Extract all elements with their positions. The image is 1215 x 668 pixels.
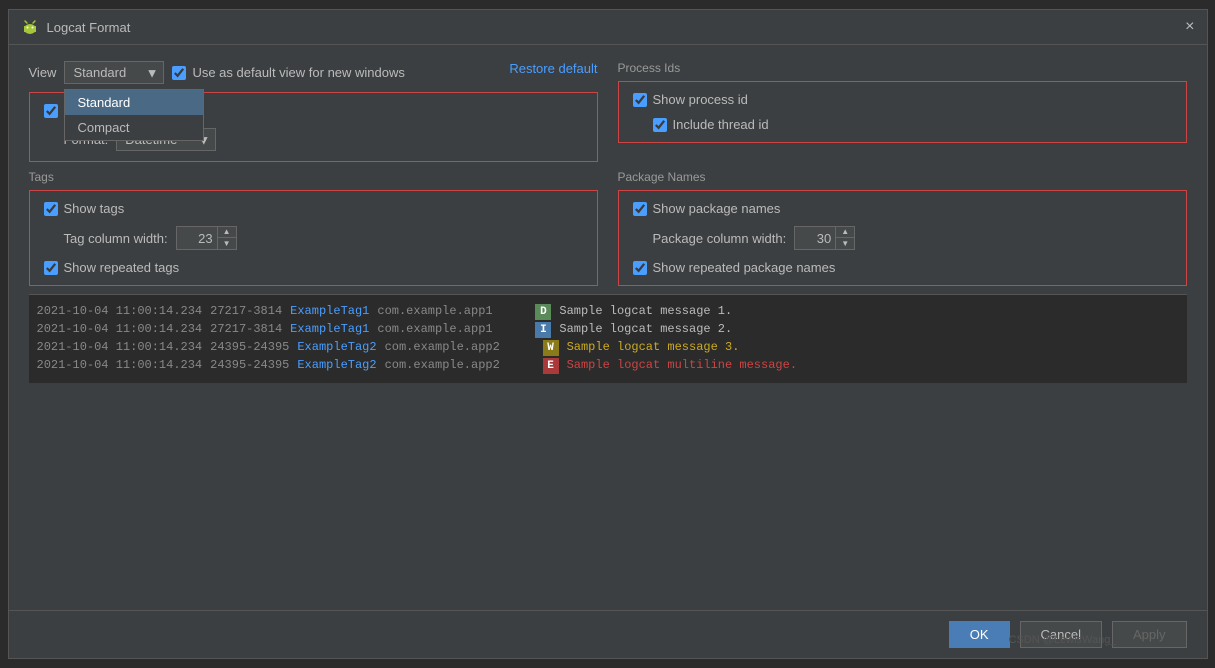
tags-box: Show tags Tag column width: ▲ ▼	[29, 190, 598, 286]
log-pid-2: 24395-24395	[210, 340, 289, 354]
package-column-width-label: Package column width:	[653, 231, 787, 246]
log-timestamp-1: 2021-10-04 11:00:14.234	[37, 322, 203, 336]
view-label: View	[29, 65, 57, 80]
log-level-badge-3: E	[543, 358, 559, 374]
log-pid-1: 27217-3814	[210, 322, 282, 336]
dropdown-item-compact[interactable]: Compact	[65, 115, 203, 140]
dropdown-item-standard[interactable]: Standard	[65, 90, 203, 115]
log-message-2: Sample logcat message 3.	[567, 340, 1179, 354]
tag-column-width-label: Tag column width:	[64, 231, 168, 246]
android-icon	[21, 18, 39, 36]
show-process-id-label: Show process id	[653, 92, 748, 107]
tag-width-increment-button[interactable]: ▲	[218, 227, 236, 238]
log-level-badge-2: W	[543, 340, 559, 356]
package-width-spinner: ▲ ▼	[794, 226, 855, 250]
log-timestamp-0: 2021-10-04 11:00:14.234	[37, 304, 203, 318]
log-message-3: Sample logcat multiline message.	[567, 358, 1179, 372]
package-names-section-label: Package Names	[618, 170, 1187, 184]
log-level-badge-0: D	[535, 304, 551, 320]
show-timestamp-checkbox[interactable]	[44, 104, 58, 118]
include-thread-id-checkbox[interactable]	[653, 118, 667, 132]
include-thread-id-wrapper[interactable]: Include thread id	[633, 117, 1172, 132]
show-repeated-package-wrapper[interactable]: Show repeated package names	[633, 260, 1172, 275]
show-repeated-tags-checkbox[interactable]	[44, 261, 58, 275]
show-tags-wrapper[interactable]: Show tags	[44, 201, 583, 216]
tag-width-input[interactable]	[177, 229, 217, 248]
package-column-width-row: Package column width: ▲ ▼	[633, 226, 1172, 250]
package-width-spinner-buttons: ▲ ▼	[835, 227, 854, 249]
log-package-1: com.example.app1	[377, 322, 527, 336]
package-width-increment-button[interactable]: ▲	[836, 227, 854, 238]
process-ids-box: Show process id Include thread id	[618, 81, 1187, 143]
include-thread-id-label: Include thread id	[673, 117, 769, 132]
log-package-3: com.example.app2	[385, 358, 535, 372]
show-repeated-package-label: Show repeated package names	[653, 260, 836, 275]
show-package-names-wrapper[interactable]: Show package names	[633, 201, 1172, 216]
package-width-input[interactable]	[795, 229, 835, 248]
restore-default-link[interactable]: Restore default	[509, 61, 597, 76]
log-pid-3: 24395-24395	[210, 358, 289, 372]
use-default-checkbox-wrapper[interactable]: Use as default view for new windows	[172, 65, 404, 80]
tag-width-decrement-button[interactable]: ▼	[218, 238, 236, 249]
log-timestamp-3: 2021-10-04 11:00:14.234	[37, 358, 203, 372]
package-names-box: Show package names Package column width:…	[618, 190, 1187, 286]
show-package-names-label: Show package names	[653, 201, 781, 216]
tags-panel: Tags Show tags Tag column width: ▲ ▼	[29, 170, 598, 286]
log-preview-area: 2021-10-04 11:00:14.234 27217-3814 Examp…	[29, 294, 1187, 383]
package-names-panel: Package Names Show package names Package…	[618, 170, 1187, 286]
top-section: View Standard Compact ▼ Standard Compact	[29, 61, 1187, 162]
view-select[interactable]: Standard Compact	[64, 61, 164, 84]
use-default-label: Use as default view for new windows	[192, 65, 404, 80]
title-bar: Logcat Format ×	[9, 10, 1207, 45]
watermark: CSDN @LewisWang_	[1009, 634, 1117, 646]
top-left-panel: View Standard Compact ▼ Standard Compact	[29, 61, 598, 162]
dialog-body: View Standard Compact ▼ Standard Compact	[9, 45, 1207, 610]
dialog-title: Logcat Format	[47, 20, 131, 35]
show-tags-label: Show tags	[64, 201, 125, 216]
close-button[interactable]: ×	[1185, 19, 1194, 35]
ok-button[interactable]: OK	[949, 621, 1010, 648]
show-repeated-tags-wrapper[interactable]: Show repeated tags	[44, 260, 583, 275]
logcat-format-dialog: Logcat Format × View Standard Compact ▼	[8, 9, 1208, 659]
dialog-footer: OK Cancel Apply CSDN @LewisWang_	[9, 610, 1207, 658]
log-tag-1: ExampleTag1	[290, 322, 369, 336]
log-row: 2021-10-04 11:00:14.234 24395-24395 Exam…	[29, 357, 1187, 375]
show-repeated-tags-label: Show repeated tags	[64, 260, 180, 275]
view-select-wrapper: Standard Compact ▼ Standard Compact	[64, 61, 164, 84]
log-row: 2021-10-04 11:00:14.234 27217-3814 Examp…	[29, 303, 1187, 321]
show-tags-checkbox[interactable]	[44, 202, 58, 216]
log-message-1: Sample logcat message 2.	[559, 322, 1178, 336]
log-row: 2021-10-04 11:00:14.234 24395-24395 Exam…	[29, 339, 1187, 357]
log-timestamp-2: 2021-10-04 11:00:14.234	[37, 340, 203, 354]
log-package-0: com.example.app1	[377, 304, 527, 318]
log-tag-0: ExampleTag1	[290, 304, 369, 318]
show-repeated-package-checkbox[interactable]	[633, 261, 647, 275]
use-default-checkbox[interactable]	[172, 66, 186, 80]
show-process-id-checkbox[interactable]	[633, 93, 647, 107]
log-pid-0: 27217-3814	[210, 304, 282, 318]
log-level-badge-1: I	[535, 322, 551, 338]
bottom-sections: Tags Show tags Tag column width: ▲ ▼	[29, 170, 1187, 286]
show-package-names-checkbox[interactable]	[633, 202, 647, 216]
package-width-decrement-button[interactable]: ▼	[836, 238, 854, 249]
show-process-id-wrapper[interactable]: Show process id	[633, 92, 1172, 107]
tag-column-width-row: Tag column width: ▲ ▼	[44, 226, 583, 250]
log-tag-3: ExampleTag2	[297, 358, 376, 372]
log-message-0: Sample logcat message 1.	[559, 304, 1178, 318]
top-right-panel: Process Ids Show process id Include thre…	[618, 61, 1187, 162]
tag-width-spinner: ▲ ▼	[176, 226, 237, 250]
tag-width-spinner-buttons: ▲ ▼	[217, 227, 236, 249]
apply-button[interactable]: Apply	[1112, 621, 1187, 648]
log-package-2: com.example.app2	[385, 340, 535, 354]
view-row: View Standard Compact ▼ Standard Compact	[29, 61, 598, 84]
process-ids-section: Show process id Include thread id	[618, 81, 1187, 143]
log-row: 2021-10-04 11:00:14.234 27217-3814 Examp…	[29, 321, 1187, 339]
tags-section-label: Tags	[29, 170, 598, 184]
process-ids-section-label: Process Ids	[618, 61, 1187, 75]
view-dropdown-menu: Standard Compact	[64, 89, 204, 141]
log-tag-2: ExampleTag2	[297, 340, 376, 354]
